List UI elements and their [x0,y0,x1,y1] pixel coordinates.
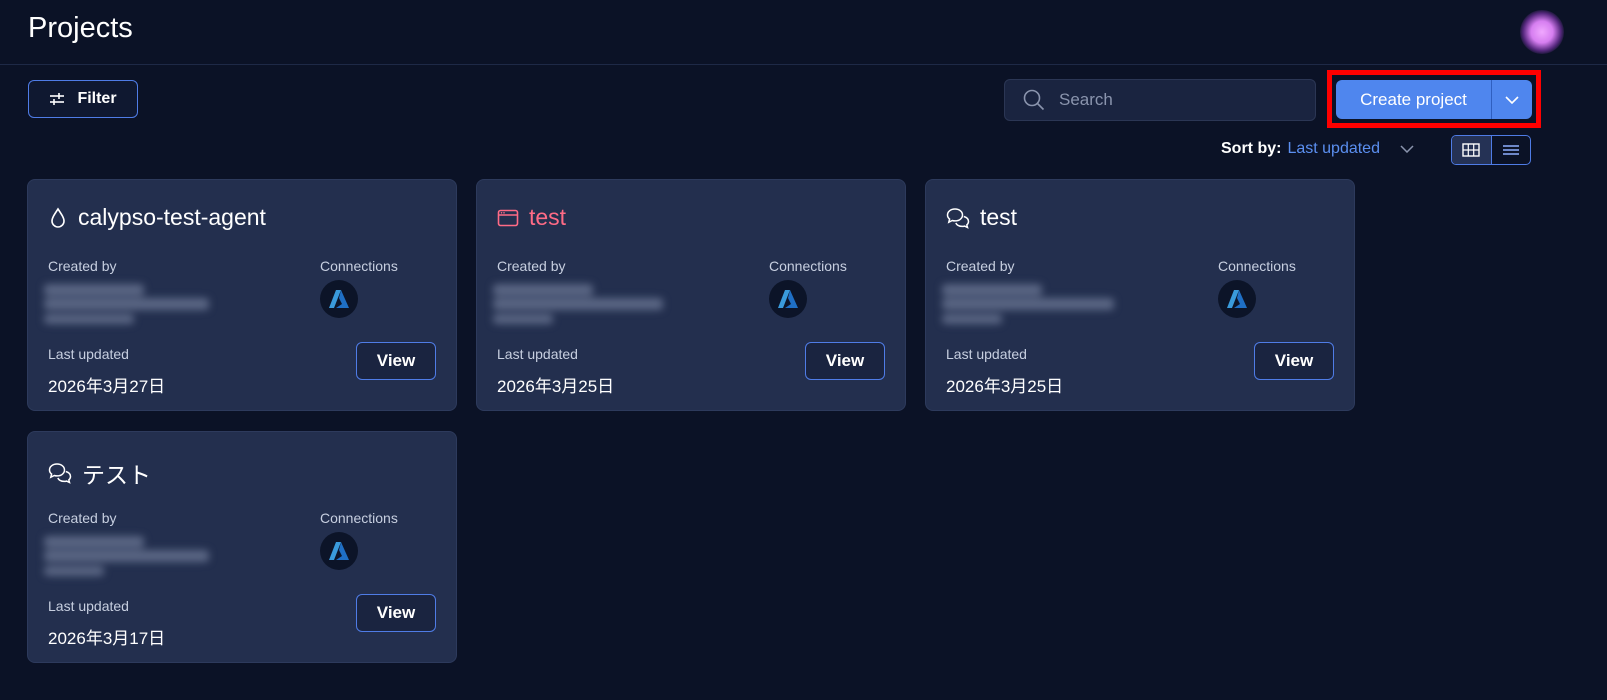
view-button[interactable]: View [1254,342,1334,380]
list-view-button[interactable] [1490,136,1531,164]
header: Projects [0,0,1607,65]
project-title[interactable]: test [946,204,1017,231]
project-title[interactable]: calypso-test-agent [48,204,266,231]
drop-icon [51,207,65,228]
view-toggle [1451,135,1531,165]
connections-label: Connections [1218,258,1296,274]
chat-icon [946,207,970,229]
create-project-dropdown[interactable] [1492,80,1532,119]
project-name: テスト [82,462,151,488]
sort-chevron-icon[interactable] [1400,145,1414,153]
search-input[interactable] [1057,89,1291,111]
project-card: test Created by Connections Last updated… [925,179,1355,411]
grid-view-button[interactable] [1452,136,1491,164]
last-updated-label: Last updated [48,598,129,614]
created-by-label: Created by [48,258,117,274]
list-icon [1502,145,1519,155]
chat-icon [48,463,72,484]
create-project-group: Create project [1336,80,1532,119]
last-updated-date: 2026年3月27日 [48,377,166,396]
connections-label: Connections [769,258,847,274]
project-title[interactable]: テスト [48,456,151,490]
azure-icon [1218,280,1256,318]
project-card: test Created by Connections Last updated… [476,179,906,411]
search-icon [1023,89,1045,111]
filter-button[interactable]: Filter [28,80,138,118]
last-updated-label: Last updated [946,346,1027,362]
create-project-label: Create project [1360,89,1467,109]
grid-icon [1462,143,1480,157]
sort-label: Sort by: [1221,140,1282,157]
project-name: calypso-test-agent [78,204,266,230]
creator-redacted [38,532,213,584]
project-title[interactable]: test [497,204,566,231]
azure-icon [769,280,807,318]
created-by-label: Created by [48,510,117,526]
project-name: test [980,204,1018,230]
created-by-label: Created by [497,258,566,274]
created-by-label: Created by [946,258,1015,274]
creator-redacted [38,280,213,332]
sliders-icon [50,93,65,105]
project-card: テスト Created by Connections Last updated … [27,431,457,663]
chevron-down-icon [1505,95,1519,104]
connections-label: Connections [320,258,398,274]
view-button[interactable]: View [805,342,885,380]
search-box[interactable] [1004,79,1316,121]
sort-value[interactable]: Last updated [1287,140,1380,158]
last-updated-label: Last updated [497,346,578,362]
sort-control[interactable]: Sort by: Last updated [1221,140,1414,158]
last-updated-date: 2026年3月25日 [946,377,1064,396]
creator-redacted [487,280,663,332]
avatar[interactable] [1520,10,1564,54]
last-updated-label: Last updated [48,346,129,362]
filter-label: Filter [77,90,117,107]
window-icon [497,209,519,226]
create-project-button[interactable]: Create project [1336,80,1491,119]
view-button[interactable]: View [356,594,436,632]
connections-label: Connections [320,510,398,526]
project-card: calypso-test-agent Created by Connection… [27,179,457,411]
view-button[interactable]: View [356,342,436,380]
azure-icon [320,280,358,318]
page-title: Projects [28,12,133,44]
azure-icon [320,532,358,570]
project-name: test [529,204,567,230]
last-updated-date: 2026年3月25日 [497,377,615,396]
last-updated-date: 2026年3月17日 [48,629,166,648]
creator-redacted [936,280,1114,332]
